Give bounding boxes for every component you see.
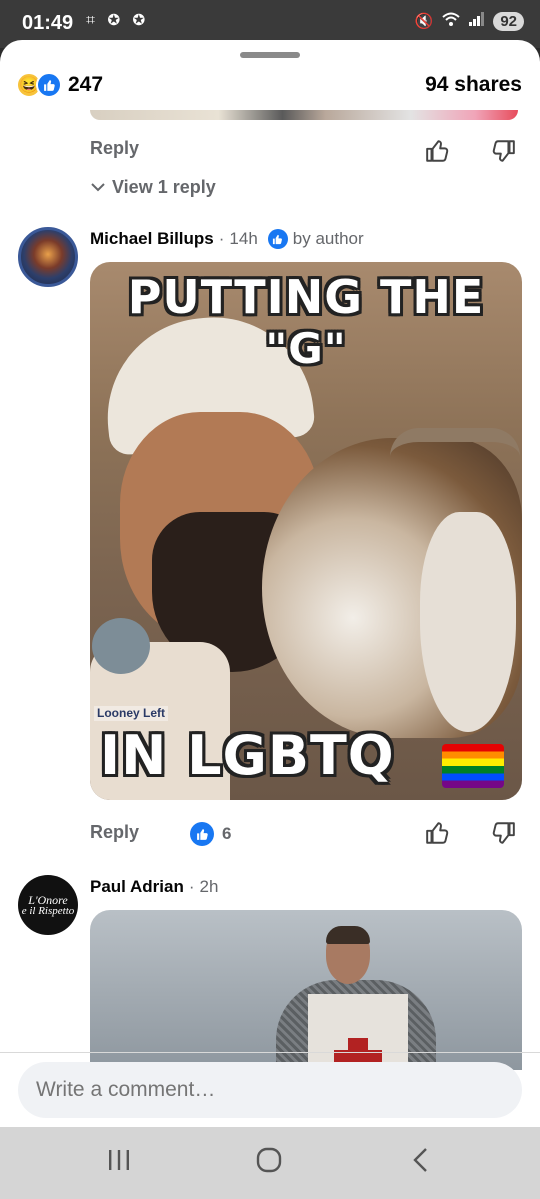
previous-comment-image[interactable]	[90, 110, 518, 120]
thumbs-up-icon[interactable]	[425, 138, 451, 164]
meme-caption-top: PUTTING THE	[127, 270, 485, 324]
thumbs-down-icon[interactable]	[490, 820, 516, 846]
comment-time: 2h	[199, 877, 219, 896]
wifi-icon	[441, 11, 461, 31]
avatar-text: e il Rispetto	[21, 904, 75, 917]
view-replies-label: View 1 reply	[112, 177, 216, 197]
watermark: Looney Left	[94, 706, 168, 721]
thumbs-down-icon[interactable]	[490, 138, 516, 164]
status-time: 01:49	[22, 12, 74, 34]
drag-handle[interactable]	[240, 52, 300, 58]
avatar-text: L'Onore	[28, 892, 68, 907]
mute-icon: 🔇	[414, 13, 434, 30]
reaction-count: 247	[68, 73, 104, 96]
comments-sheet: 😆 247 94 shares Reply View 1 reply Micha…	[0, 40, 540, 1127]
comment-image[interactable]: Looney Left PUTTING THE "G" IN LGBTQ	[90, 262, 522, 800]
comment-like-count[interactable]: 6	[190, 822, 231, 846]
comment-image[interactable]	[90, 910, 522, 1070]
comment-header: Michael Billups · 14h by author	[90, 229, 364, 249]
author-badge-label: by author	[292, 229, 364, 248]
recent-apps-icon[interactable]	[106, 1147, 132, 1178]
author-badge: by author	[267, 229, 364, 249]
reaction-summary[interactable]: 😆 247	[16, 72, 103, 98]
home-icon[interactable]	[256, 1147, 282, 1178]
like-badge-icon	[267, 229, 288, 249]
notification-icons: ⌗ ✪ ✪	[86, 12, 150, 29]
avatar[interactable]	[18, 227, 78, 287]
comment-time: 14h	[229, 229, 258, 248]
reply-button[interactable]: Reply	[90, 822, 139, 843]
hair-shape	[326, 926, 370, 944]
goat-ear-shape	[420, 512, 516, 732]
rainbow-flag-icon	[442, 744, 504, 788]
like-reaction-icon	[36, 72, 62, 98]
goat-horn-shape	[390, 428, 520, 464]
reply-button[interactable]: Reply	[90, 138, 139, 159]
shares-count[interactable]: 94 shares	[425, 73, 522, 97]
like-count: 6	[222, 824, 232, 843]
author-name[interactable]: Michael Billups	[90, 229, 214, 249]
back-icon[interactable]	[408, 1147, 434, 1178]
divider	[0, 1052, 540, 1053]
comment-header: Paul Adrian · 2h	[90, 877, 219, 897]
signal-icon	[469, 12, 485, 30]
system-icons: 🔇 92	[415, 11, 524, 31]
chevron-down-icon	[90, 177, 106, 198]
meme-caption-mid: "G"	[265, 324, 347, 373]
battery-indicator: 92	[493, 11, 524, 31]
comment-input[interactable]	[18, 1062, 522, 1118]
view-replies-link[interactable]: View 1 reply	[90, 177, 216, 198]
author-name[interactable]: Paul Adrian	[90, 877, 184, 897]
thumbs-up-icon[interactable]	[425, 820, 451, 846]
donkey-logo-icon	[92, 618, 150, 674]
like-badge-icon	[190, 822, 214, 846]
avatar[interactable]: L'Onore e il Rispetto	[18, 875, 78, 935]
system-nav-bar	[0, 1127, 540, 1199]
